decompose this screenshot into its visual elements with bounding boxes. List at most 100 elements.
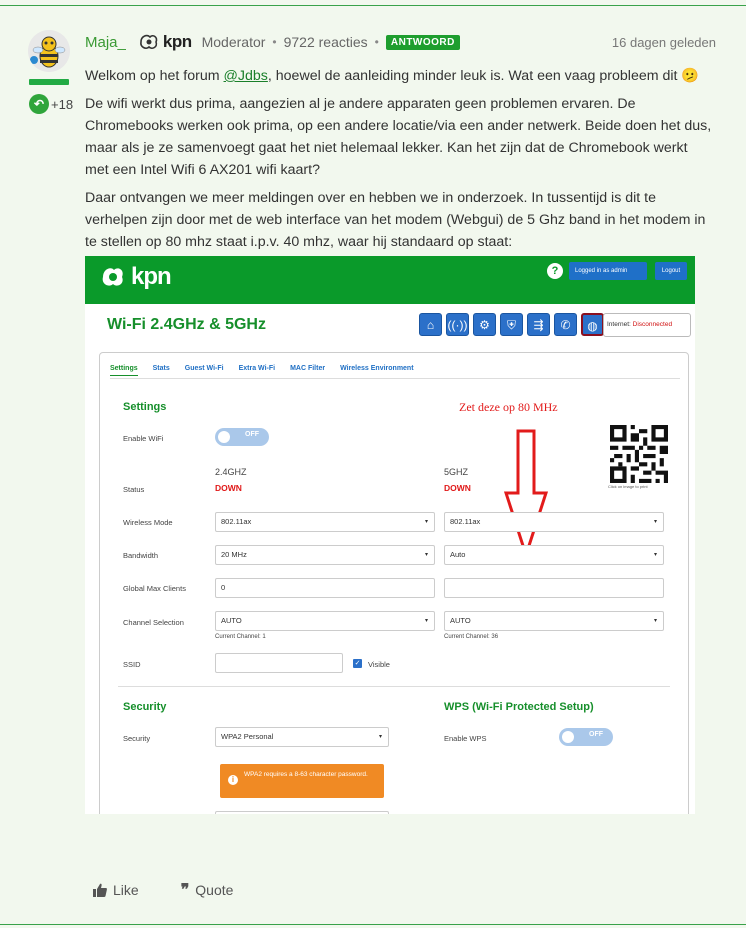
kpn-header-bar: kpn ? Logged in as admin Logout — [85, 256, 695, 304]
wifi-icon[interactable]: ((·)) — [446, 313, 469, 336]
toggle-state: OFF — [245, 431, 259, 438]
qr-caption: Click on image to print — [608, 484, 648, 489]
kudos-value: +18 — [51, 96, 74, 112]
annotation-arrow-icon — [504, 429, 548, 559]
channel-5-select[interactable]: AUTO ▾ — [444, 611, 664, 631]
settings-icon[interactable]: ⚙ — [473, 313, 496, 336]
column-24ghz: 2.4GHZ — [215, 467, 247, 477]
status-label: Status — [123, 485, 145, 494]
router-kpn-logo: kpn — [99, 263, 172, 291]
chevron-down-icon: ▾ — [424, 519, 428, 525]
current-channel-5: Current Channel: 36 — [444, 634, 499, 640]
separator-dot: • — [272, 35, 277, 49]
warning-text: WPA2 requires a 8-63 character password. — [244, 771, 368, 778]
wireless-mode-5-value: 802.11ax — [450, 517, 481, 526]
kpn-logo-icon — [139, 34, 158, 49]
user-role: Moderator — [201, 34, 266, 50]
bottom-divider — [0, 924, 746, 925]
max-clients-24-input[interactable]: 0 — [215, 578, 435, 598]
router-tabs: Settings Stats Guest Wi-Fi Extra Wi-Fi M… — [110, 365, 414, 376]
enable-wifi-toggle[interactable]: OFF — [215, 428, 269, 446]
enable-wps-label: Enable WPS — [444, 734, 487, 743]
wireless-mode-5-select[interactable]: 802.11ax ▾ — [444, 512, 664, 532]
max-clients-label: Global Max Clients — [123, 584, 186, 593]
globe-icon[interactable]: ◍ — [581, 313, 604, 336]
settings-heading: Settings — [123, 401, 167, 413]
logout-button[interactable]: Logout — [655, 262, 687, 280]
visible-label: Visible — [368, 660, 390, 669]
security-label: Security — [123, 734, 151, 743]
wps-heading: WPS (Wi-Fi Protected Setup) — [444, 701, 594, 713]
phone-icon[interactable]: ✆ — [554, 313, 577, 336]
internet-label: Internet: — [607, 321, 631, 328]
channel-24-select[interactable]: AUTO ▾ — [215, 611, 435, 631]
max-clients-5-input[interactable] — [444, 578, 664, 598]
username-link[interactable]: Maja_ — [85, 34, 126, 51]
wireless-mode-24-select[interactable]: 802.11ax ▾ — [215, 512, 435, 532]
quote-label: Quote — [195, 882, 234, 898]
tab-guest-wifi[interactable]: Guest Wi-Fi — [185, 365, 224, 376]
status-5ghz: DOWN — [444, 483, 471, 493]
welcome-text-end: , hoewel de aanleiding minder leuk is. W… — [267, 68, 700, 84]
kpn-logo-text: kpn — [162, 32, 192, 51]
chevron-down-icon: ▾ — [653, 519, 657, 525]
quote-button[interactable]: ❞ Quote — [181, 880, 234, 900]
ssid-label: SSID — [123, 660, 141, 669]
tabs-underline — [110, 378, 680, 379]
bandwidth-24-select[interactable]: 20 MHz ▾ — [215, 545, 435, 565]
help-icon[interactable]: ? — [547, 263, 563, 279]
security-select[interactable]: WPA2 Personal ▾ — [215, 727, 389, 747]
tab-settings[interactable]: Settings — [110, 365, 138, 376]
router-nav-icons: ⌂ ((·)) ⚙ ⛨ ⇶ ✆ ◍ — [419, 313, 604, 336]
internet-status-value: Disconnected — [632, 321, 673, 328]
separator-dot: • — [374, 35, 379, 49]
tab-extra-wifi[interactable]: Extra Wi-Fi — [239, 365, 276, 376]
bandwidth-5-value: Auto — [450, 550, 466, 559]
security-value: WPA2 Personal — [221, 732, 274, 741]
info-icon: i — [228, 775, 238, 785]
tab-mac-filter[interactable]: MAC Filter — [290, 365, 325, 376]
password-input[interactable] — [215, 811, 389, 814]
channel-24-value: AUTO — [221, 616, 242, 625]
chevron-down-icon: ▾ — [653, 618, 657, 624]
ssid-input[interactable] — [215, 653, 343, 673]
thumbs-up-icon — [93, 883, 107, 897]
password-warning: i WPA2 requires a 8-63 character passwor… — [220, 764, 384, 798]
answer-badge: ANTWOORD — [385, 34, 460, 50]
chevron-down-icon: ▾ — [424, 552, 428, 558]
chevron-down-icon: ▾ — [424, 618, 428, 624]
channel-selection-label: Channel Selection — [123, 618, 184, 627]
internet-status: Internet: Disconnected — [603, 313, 691, 337]
tab-stats[interactable]: Stats — [153, 365, 170, 376]
user-avatar[interactable] — [28, 30, 70, 72]
tab-wireless-environment[interactable]: Wireless Environment — [340, 365, 413, 376]
toggle-knob — [562, 731, 574, 743]
visible-checkbox[interactable]: ✓ — [353, 659, 362, 668]
toggle-state: OFF — [589, 731, 603, 738]
router-page-title: Wi-Fi 2.4GHz & 5GHz — [107, 316, 266, 333]
enable-wifi-label: Enable WiFi — [123, 434, 164, 443]
paragraph-solution: Daar ontvangen we meer meldingen over en… — [85, 190, 706, 250]
like-button[interactable]: Like — [93, 880, 139, 900]
reaction-count: 9722 reacties — [283, 34, 368, 50]
status-24ghz: DOWN — [215, 483, 242, 493]
bandwidth-24-value: 20 MHz — [221, 550, 247, 559]
qr-code-icon[interactable] — [610, 425, 668, 483]
kpn-globe-icon — [102, 268, 123, 286]
enable-wps-toggle[interactable]: OFF — [559, 728, 613, 746]
shield-icon[interactable]: ⛨ — [500, 313, 523, 336]
bandwidth-5-select[interactable]: Auto ▾ — [444, 545, 664, 565]
column-5ghz: 5GHZ — [444, 467, 469, 477]
settings-panel: Settings Stats Guest Wi-Fi Extra Wi-Fi M… — [99, 352, 689, 814]
rank-bar — [29, 79, 69, 85]
embedded-screenshot[interactable]: kpn ? Logged in as admin Logout Wi-Fi 2.… — [85, 256, 695, 814]
usb-icon[interactable]: ⇶ — [527, 313, 550, 336]
bandwidth-label: Bandwidth — [123, 551, 159, 560]
kudos-count: ↶ +18 — [29, 94, 73, 114]
home-icon[interactable]: ⌂ — [419, 313, 442, 336]
mention-link[interactable]: @Jdbs — [224, 68, 268, 84]
security-heading: Security — [123, 701, 167, 713]
wireless-mode-label: Wireless Mode — [123, 518, 173, 527]
paragraph-welcome: Welkom op het forum @Jdbs, hoewel de aan… — [85, 65, 715, 87]
logged-in-button[interactable]: Logged in as admin — [569, 262, 647, 280]
